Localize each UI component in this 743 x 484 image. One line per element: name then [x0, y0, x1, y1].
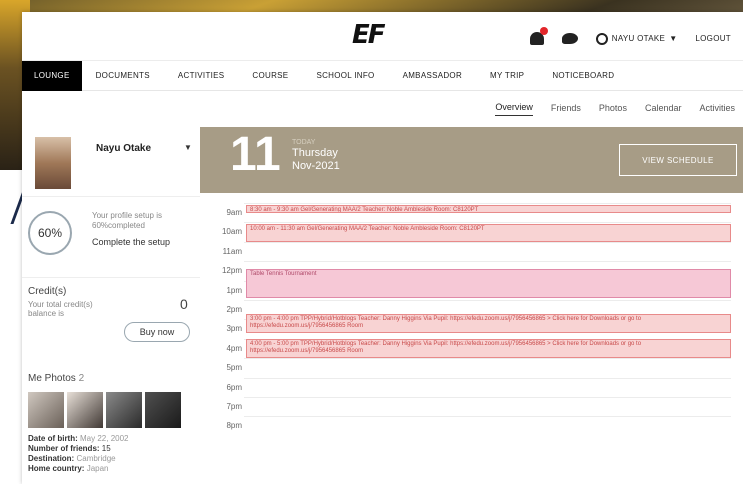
today-label: TODAY [292, 139, 316, 146]
ef-logo[interactable]: EF [352, 20, 386, 50]
notification-badge [539, 27, 548, 35]
tab-photos[interactable]: Photos [599, 103, 627, 116]
schedule-slot[interactable] [244, 241, 731, 261]
destination-row: Destination: Cambridge [28, 454, 200, 464]
setup-progress-circle: 60% [28, 211, 72, 255]
time-label: 3pm [226, 324, 242, 334]
schedule-slot[interactable] [244, 416, 731, 435]
time-label: 5pm [226, 363, 242, 373]
day-number: 11 [230, 128, 281, 181]
time-label: 2pm [226, 304, 242, 314]
photo-thumbnail[interactable] [67, 392, 103, 428]
profile-name: Nayu Otake [96, 143, 152, 154]
nav-course[interactable]: COURSE [238, 61, 302, 91]
profile-info: Date of birth: May 22, 2002 Number of fr… [28, 434, 200, 474]
schedule-event[interactable]: 3:00 pm - 4:00 pm TPP/Hybrid/Hotblogs Te… [246, 313, 731, 333]
dob-value: May 22, 2002 [80, 434, 129, 443]
date-banner: 11 TODAY Thursday Nov-2021 VIEW SCHEDULE [200, 127, 743, 193]
sub-nav: Overview Friends Photos Calendar Activit… [22, 91, 743, 127]
photos-count: 2 [78, 373, 85, 384]
country-value: Japan [86, 464, 109, 473]
main-nav: LOUNGE DOCUMENTS ACTIVITIES COURSE SCHOO… [22, 60, 743, 91]
tab-activities[interactable]: Activities [699, 103, 735, 116]
app-window: EF NAYU OTAKE ▼ LOGOUT LOUNGE DOCUMENTS … [22, 12, 743, 484]
time-label: 4pm [226, 343, 242, 353]
nav-my-trip[interactable]: MY TRIP [476, 61, 538, 91]
photo-thumbnail[interactable] [106, 392, 142, 428]
tab-calendar[interactable]: Calendar [645, 103, 682, 116]
friends-value: 15 [101, 444, 111, 453]
time-label: 8pm [226, 421, 242, 431]
chevron-down-icon: ▼ [669, 34, 678, 43]
time-label: 12pm [221, 266, 242, 276]
logout-button[interactable]: LOGOUT [695, 34, 731, 43]
nav-lounge[interactable]: LOUNGE [22, 60, 82, 91]
credits-value: 0 [180, 296, 188, 312]
photo-thumbnail[interactable] [28, 392, 64, 428]
tab-overview[interactable]: Overview [495, 102, 533, 116]
content-area: 11 TODAY Thursday Nov-2021 VIEW SCHEDULE… [200, 127, 743, 474]
friends-label: Number of friends: [28, 444, 100, 453]
nav-activities[interactable]: ACTIVITIES [164, 61, 239, 91]
user-avatar-icon [595, 32, 608, 45]
profile-avatar[interactable] [35, 137, 71, 189]
time-label: 10am [221, 227, 242, 237]
nav-noticeboard[interactable]: NOTICEBOARD [538, 61, 628, 91]
country-row: Home country: Japan [28, 464, 200, 474]
main-area: Nayu Otake ▼ 60% Your profile setup is 6… [22, 127, 743, 474]
sidebar: Nayu Otake ▼ 60% Your profile setup is 6… [22, 127, 200, 474]
schedule-event[interactable]: 10:00 am - 11:30 am Gel/Generating MAA/2… [246, 224, 731, 242]
user-menu[interactable]: NAYU OTAKE ▼ [595, 32, 678, 45]
time-label: 1pm [226, 285, 242, 295]
nav-school-info[interactable]: SCHOOL INFO [302, 61, 388, 91]
messages-chat-icon[interactable] [561, 33, 578, 44]
schedule-event[interactable]: 8:30 am - 9:30 am Gel/Generating MAA/2 T… [246, 205, 731, 213]
header-actions: NAYU OTAKE ▼ LOGOUT [529, 27, 731, 45]
time-label: 6pm [226, 382, 242, 392]
notifications-bell-icon[interactable] [529, 27, 548, 45]
photo-thumbnail[interactable] [145, 392, 181, 428]
photo-row [28, 392, 200, 428]
buy-now-button[interactable]: Buy now [124, 322, 190, 342]
schedule-slot[interactable] [244, 358, 731, 377]
time-column: 9am 10am 11am 12pm 1pm 2pm 3pm 4pm 5pm 6pm 7pm 8pm [214, 203, 244, 436]
nav-documents[interactable]: DOCUMENTS [82, 61, 164, 91]
country-label: Home country: [28, 464, 85, 473]
header: EF NAYU OTAKE ▼ LOGOUT [22, 12, 743, 61]
schedule-event[interactable]: 4:00 pm - 5:00 pm TPP/Hybrid/Hotblogs Te… [246, 338, 731, 359]
credits-panel: Credit(s) Your total credit(s) balance i… [22, 277, 200, 367]
time-label: 9am [226, 208, 242, 217]
nav-ambassador[interactable]: AMBASSADOR [389, 61, 476, 91]
day-schedule: 9am 10am 11am 12pm 1pm 2pm 3pm 4pm 5pm 6pm 7pm 8pm … [214, 203, 731, 430]
schedule-grid: 8:30 am - 9:30 am Gel/Generating MAA/2 T… [244, 203, 731, 436]
complete-setup-link[interactable]: Complete the setup [92, 237, 170, 247]
destination-label: Destination: [28, 454, 75, 463]
profile-card: Nayu Otake ▼ [22, 127, 200, 197]
time-label: 11am [222, 246, 242, 256]
friends-row: Number of friends: 15 [28, 444, 200, 454]
month-label: Nov-2021 [292, 160, 340, 172]
time-label: 7pm [226, 401, 242, 411]
credits-description: Your total credit(s) balance is [28, 300, 93, 318]
schedule-slot[interactable] [244, 377, 731, 397]
profile-chevron-down-icon[interactable]: ▼ [184, 143, 192, 152]
dob-label: Date of birth: [28, 434, 78, 443]
dob-row: Date of birth: May 22, 2002 [28, 434, 200, 444]
schedule-slot[interactable] [244, 396, 731, 416]
user-name-label: NAYU OTAKE [611, 34, 666, 43]
setup-status-text: Your profile setup is 60%completed [92, 211, 162, 230]
photos-heading[interactable]: Me Photos 2 [28, 373, 200, 384]
profile-setup: 60% Your profile setup is 60%completed C… [22, 197, 200, 257]
photos-title: Me Photos [28, 373, 76, 384]
schedule-event[interactable]: Table Tennis Tournament [246, 269, 731, 299]
credits-title: Credit(s) [28, 286, 67, 297]
tab-friends[interactable]: Friends [551, 103, 581, 116]
destination-value: Cambridge [76, 454, 116, 463]
weekday-label: Thursday [292, 147, 338, 159]
view-schedule-button[interactable]: VIEW SCHEDULE [619, 144, 737, 176]
